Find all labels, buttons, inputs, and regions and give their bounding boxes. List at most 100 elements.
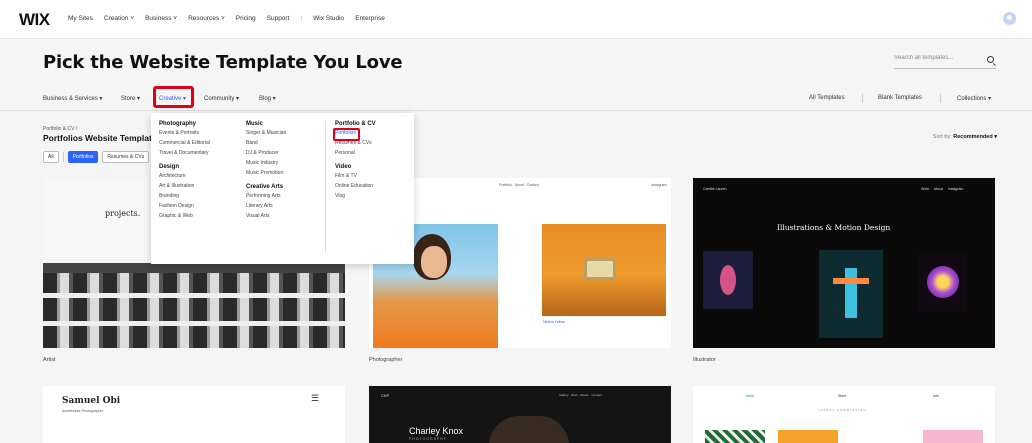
dropdown-divider xyxy=(325,121,326,253)
category-business[interactable]: Business & Services ▾ xyxy=(43,95,102,102)
chip-portfolios[interactable]: Portfolios xyxy=(67,151,99,163)
dropdown-item[interactable]: Art & Illustration xyxy=(159,183,210,189)
nav-my-sites[interactable]: My Sites xyxy=(68,15,93,22)
dropdown-column-music-arts: Music Singer & Musician Band DJ & Produc… xyxy=(246,121,286,223)
template-card-shop[interactable]: Work Store Info LATEST COMMISSION xyxy=(693,386,995,443)
dropdown-item[interactable]: DJ & Producer xyxy=(246,150,286,156)
template-card-samuel[interactable]: Samuel Obi Architecture Photographer ☰ xyxy=(43,386,345,443)
breadcrumb[interactable]: Portfolio & CV / xyxy=(43,126,77,132)
search-input[interactable] xyxy=(894,55,982,61)
illustration-tile xyxy=(819,250,883,338)
tv-object xyxy=(584,258,616,280)
template-card-charley[interactable]: CKP Gallery Work Books Contact Charley K… xyxy=(369,386,671,443)
creative-highlight-box xyxy=(153,86,194,108)
card-label-illustrator[interactable]: Illustrator xyxy=(693,357,716,363)
illustrator-brand: Camille Lauren xyxy=(703,187,727,191)
building-roofline xyxy=(43,263,345,273)
sort-label: Sort by: xyxy=(932,134,952,140)
dropdown-heading-photography[interactable]: Photography xyxy=(159,121,210,127)
nav-business[interactable]: Business ˅ xyxy=(145,15,177,22)
nav-enterprise[interactable]: Enterprise xyxy=(355,15,385,22)
illustration-shape xyxy=(833,278,869,284)
dropdown-heading-portfolio-cv[interactable]: Portfolio & CV xyxy=(335,121,376,127)
nav-resources[interactable]: Resources ˅ xyxy=(188,15,225,22)
page-title: Pick the Website Template You Love xyxy=(43,52,403,73)
nav-divider xyxy=(862,94,863,103)
card-label-artist[interactable]: Artist xyxy=(43,357,56,363)
charley-brand: CKP xyxy=(381,393,390,398)
dropdown-item[interactable]: Events & Portraits xyxy=(159,130,210,136)
dropdown-item[interactable]: Band xyxy=(246,140,286,146)
dropdown-item[interactable]: Fashion Design xyxy=(159,203,210,209)
dropdown-item[interactable]: Travel & Documentary xyxy=(159,150,210,156)
photo-caption: Mellow Yellow xyxy=(543,320,565,324)
template-card-photographer[interactable]: Portfolio About Contact Instagram Mellow… xyxy=(369,178,671,348)
user-avatar-icon[interactable] xyxy=(1003,12,1016,25)
category-blog[interactable]: Blog ▾ xyxy=(259,95,276,102)
dropdown-item[interactable]: Music Industry xyxy=(246,160,286,166)
photographer-nav: Portfolio About Contact xyxy=(499,183,539,187)
collections-dropdown[interactable]: Collections ▾ xyxy=(957,95,991,102)
samuel-subtitle: Architecture Photographer xyxy=(62,409,103,413)
dropdown-item[interactable]: Online Education xyxy=(335,183,376,189)
dropdown-item[interactable]: Commercial & Editorial xyxy=(159,140,210,146)
card-label-photographer[interactable]: Photographer xyxy=(369,357,402,363)
portrait-face xyxy=(421,246,447,278)
illustration-tile xyxy=(703,251,753,309)
artist-heading: projects. xyxy=(105,209,141,218)
dropdown-item[interactable]: Vlog xyxy=(335,193,376,199)
creative-dropdown-menu: Photography Events & Portraits Commercia… xyxy=(151,113,414,264)
section-title: Portfolios Website Templates xyxy=(43,133,162,143)
illustration-shape xyxy=(720,265,736,295)
tv-photo xyxy=(542,224,666,316)
dropdown-item[interactable]: Literary Arts xyxy=(246,203,286,209)
dropdown-item[interactable]: Graphic & Web xyxy=(159,213,210,219)
shop-banner: LATEST COMMISSION xyxy=(818,408,867,412)
dropdown-column-photography-design: Photography Events & Portraits Commercia… xyxy=(159,121,210,223)
top-nav: My Sites Creation ˅ Business ˅ Resources… xyxy=(68,15,385,22)
dropdown-item[interactable]: Branding xyxy=(159,193,210,199)
dropdown-heading-video[interactable]: Video xyxy=(335,164,376,170)
category-store[interactable]: Store ▾ xyxy=(121,95,140,102)
illustration-shape xyxy=(927,266,959,298)
chip-resumes[interactable]: Resumes & CVs xyxy=(102,151,150,163)
nav-wix-studio[interactable]: Wix Studio xyxy=(313,15,344,22)
chip-all[interactable]: All xyxy=(43,151,59,163)
nav-creation[interactable]: Creation ˅ xyxy=(104,15,134,22)
dropdown-heading-design[interactable]: Design xyxy=(159,164,210,170)
sort-control[interactable]: Sort by: Recommended ▾ xyxy=(933,134,997,140)
search-box[interactable] xyxy=(894,54,996,69)
shop-color-tile xyxy=(923,430,983,443)
dropdown-item[interactable]: Visual Arts xyxy=(246,213,286,219)
illustrator-nav: Work About Instagram xyxy=(921,187,964,191)
illustrator-title: Illustrations & Motion Design xyxy=(777,223,891,232)
charley-nav: Gallery Work Books Contact xyxy=(559,393,602,397)
wix-logo[interactable]: WIX xyxy=(19,10,50,30)
chip-divider xyxy=(62,152,64,162)
dropdown-item[interactable]: Performing Arts xyxy=(246,193,286,199)
dropdown-heading-creative-arts[interactable]: Creative Arts xyxy=(246,184,286,190)
sort-value[interactable]: Recommended ▾ xyxy=(953,134,997,140)
nav-pricing[interactable]: Pricing xyxy=(236,15,256,22)
nav-separator: | xyxy=(300,15,303,22)
dropdown-heading-music[interactable]: Music xyxy=(246,121,286,127)
dropdown-item[interactable]: Film & TV xyxy=(335,173,376,179)
blank-templates-link[interactable]: Blank Templates xyxy=(878,95,922,101)
portfolios-highlight-box xyxy=(333,128,360,141)
charley-photo xyxy=(489,416,569,443)
search-icon[interactable] xyxy=(987,56,994,63)
menu-icon: ☰ xyxy=(311,393,320,403)
shop-nav-store: Store xyxy=(838,394,847,398)
all-templates-link[interactable]: All Templates xyxy=(809,95,845,101)
dropdown-item[interactable]: Architecture xyxy=(159,173,210,179)
illustration-shape xyxy=(845,268,857,318)
dropdown-item[interactable]: Music Promotion xyxy=(246,170,286,176)
template-card-illustrator[interactable]: Camille Lauren Work About Instagram Illu… xyxy=(693,178,995,348)
charley-subtitle: PHOTOGRAPHY xyxy=(409,437,448,441)
nav-support[interactable]: Support xyxy=(267,15,290,22)
dropdown-item[interactable]: Singer & Musician xyxy=(246,130,286,136)
category-community[interactable]: Community ▾ xyxy=(204,95,239,102)
shop-color-tile xyxy=(778,430,838,443)
building-photo xyxy=(43,263,345,348)
dropdown-item[interactable]: Personal xyxy=(335,150,376,156)
